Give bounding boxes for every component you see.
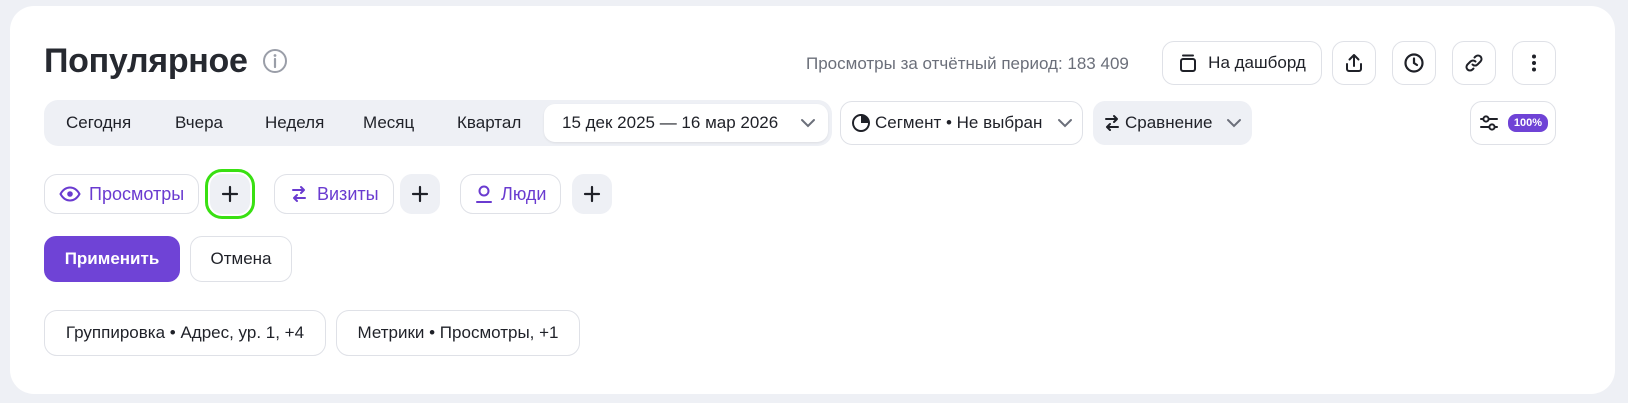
settings-button[interactable]: 100% — [1470, 101, 1556, 145]
add-metric-button[interactable] — [205, 169, 255, 219]
grouping-button[interactable]: Группировка • Адрес, ур. 1, +4 — [44, 310, 326, 356]
eye-icon — [59, 186, 81, 202]
compare-icon — [1105, 115, 1119, 131]
plus-icon — [221, 185, 239, 203]
add-metric-button[interactable] — [400, 174, 440, 214]
add-to-dashboard-label: На дашборд — [1208, 53, 1306, 72]
sliders-icon — [1479, 115, 1498, 131]
plus-icon — [411, 185, 429, 203]
period-month[interactable]: Месяц — [363, 100, 414, 146]
export-button[interactable] — [1332, 41, 1376, 85]
copy-icon — [1180, 54, 1197, 72]
plus-icon — [583, 185, 601, 203]
person-icon — [476, 185, 492, 203]
cancel-button[interactable]: Отмена — [190, 236, 292, 282]
more-button[interactable] — [1512, 41, 1556, 85]
history-button[interactable] — [1392, 41, 1436, 85]
share-icon — [1346, 54, 1362, 72]
compare-icon — [292, 186, 306, 202]
chevron-down-icon — [1058, 119, 1072, 128]
clock-icon — [1404, 53, 1424, 73]
metric-chip-people[interactable]: Люди — [460, 174, 562, 214]
sampling-badge: 100% — [1507, 114, 1549, 132]
pie-icon — [852, 114, 870, 132]
metric-chip-label: Визиты — [317, 183, 379, 204]
period-week[interactable]: Неделя — [265, 100, 324, 146]
page-title: Популярное — [44, 42, 248, 80]
metric-chip-views[interactable]: Просмотры — [44, 174, 200, 214]
copy-link-button[interactable] — [1452, 41, 1496, 85]
metric-chip-visits[interactable]: Визиты — [274, 174, 394, 214]
chevron-down-icon — [801, 119, 815, 128]
info-icon[interactable] — [262, 48, 288, 74]
period-today[interactable]: Сегодня — [66, 100, 131, 146]
add-metric-button[interactable] — [572, 174, 612, 214]
metric-chip-label: Люди — [501, 183, 547, 204]
period-quarter[interactable]: Квартал — [457, 100, 521, 146]
compare-label: Сравнение — [1125, 113, 1213, 132]
apply-button[interactable]: Применить — [44, 236, 180, 282]
metric-chip-label: Просмотры — [89, 183, 185, 204]
views-total: Просмотры за отчётный период: 183 409 — [806, 54, 1129, 73]
segment-label: Сегмент • Не выбран — [875, 113, 1043, 132]
chevron-down-icon — [1227, 119, 1241, 128]
link-icon — [1465, 54, 1483, 72]
metrics-button[interactable]: Метрики • Просмотры, +1 — [336, 310, 580, 356]
more-icon — [1532, 54, 1536, 72]
period-yesterday[interactable]: Вчера — [175, 100, 223, 146]
date-range-value: 15 дек 2025 — 16 мар 2026 — [562, 113, 779, 132]
add-to-dashboard-button[interactable]: На дашборд — [1162, 41, 1322, 85]
